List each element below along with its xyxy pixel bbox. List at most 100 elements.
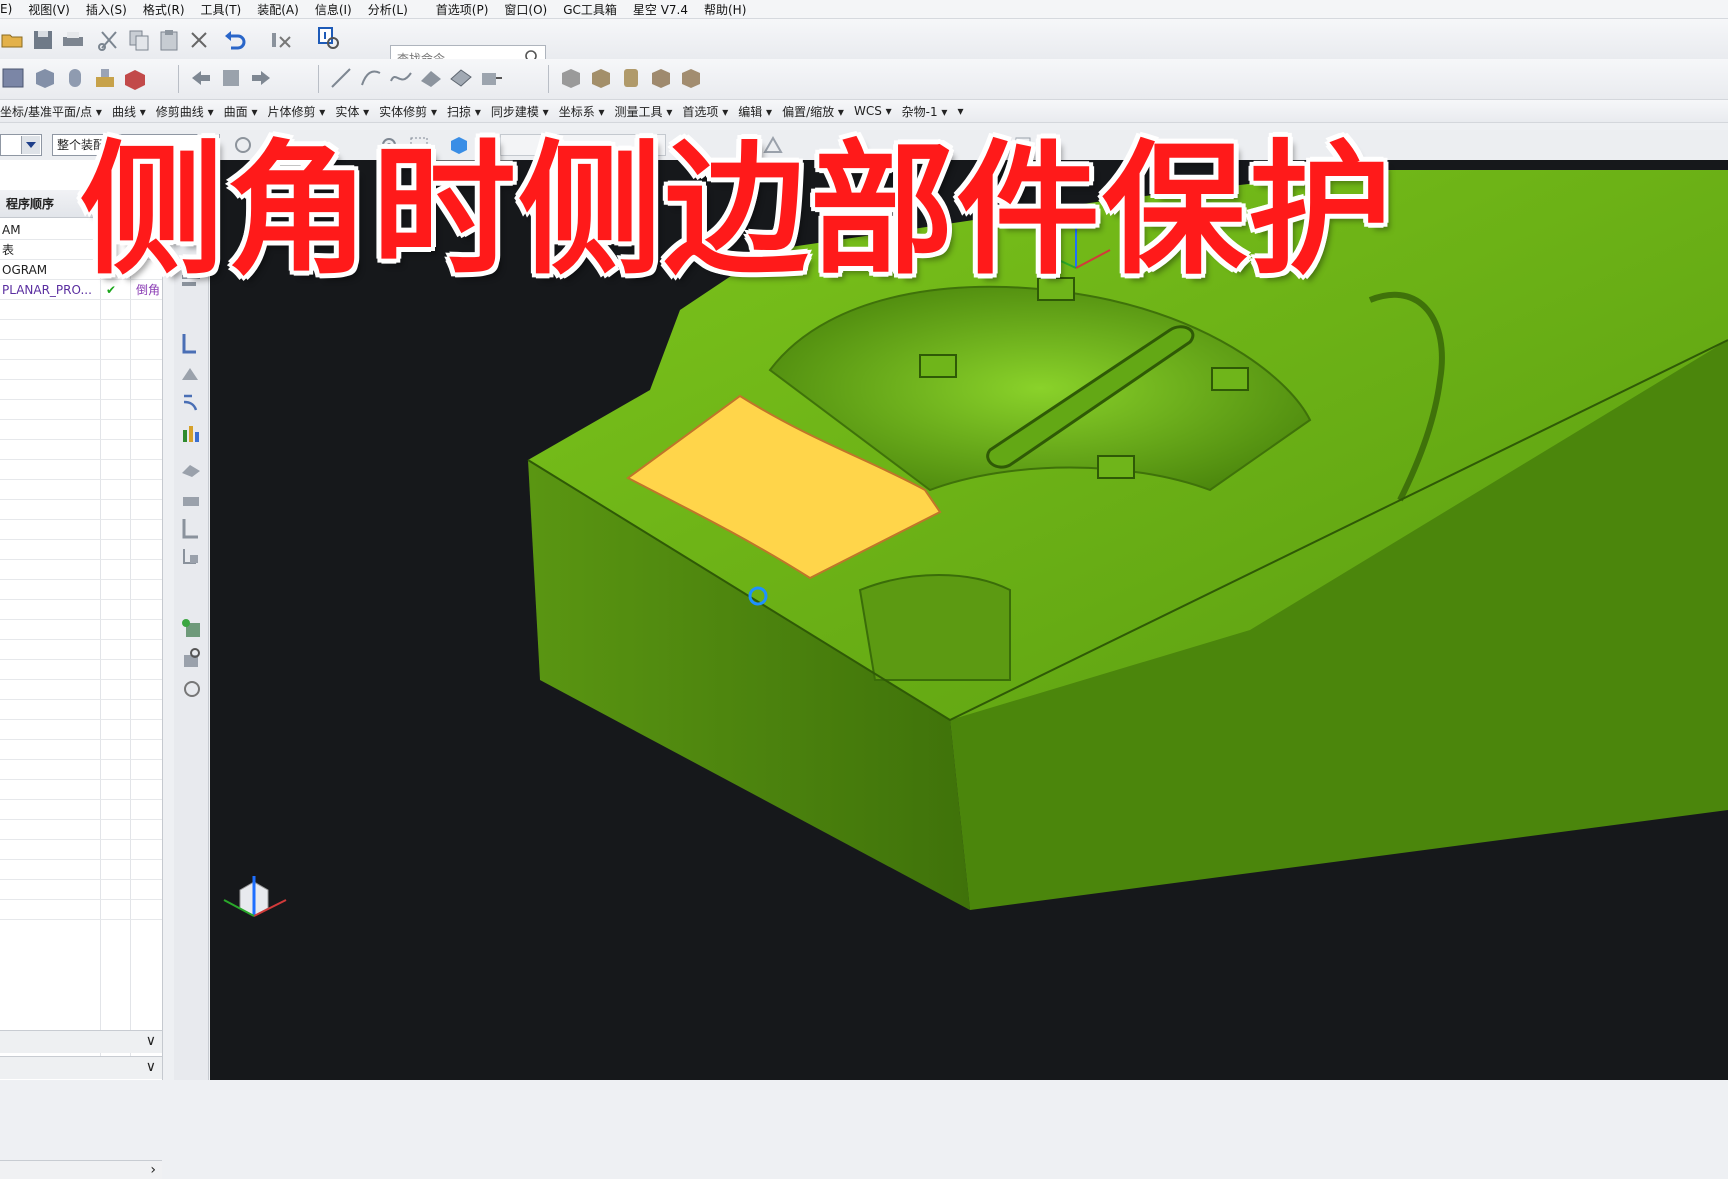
menu-preferences[interactable]: 首选项(P) [436, 1, 489, 18]
row-name: PLANAR_PRO... [2, 283, 92, 297]
ribbon-solid-trim[interactable]: 实体修剪 ▾ [379, 103, 437, 120]
toolbar-separator [548, 65, 549, 93]
cylinder-shade-icon[interactable] [618, 65, 644, 91]
paste-icon[interactable] [156, 27, 182, 53]
standard-toolbar [0, 19, 1728, 71]
geometry-view-icon[interactable] [178, 360, 204, 386]
ribbon-curve[interactable]: 曲线 ▾ [112, 103, 146, 120]
undo-icon[interactable] [222, 27, 248, 53]
ribbon-more[interactable]: ▾ [957, 104, 963, 118]
table-row [0, 400, 162, 420]
ribbon-sync-modeling[interactable]: 同步建模 ▾ [491, 103, 549, 120]
table-row [0, 640, 162, 660]
command-finder-icon[interactable] [316, 25, 342, 51]
cube-shade-icon[interactable] [648, 65, 674, 91]
menu-help[interactable]: 帮助(H) [704, 1, 746, 18]
arc-icon[interactable] [358, 65, 384, 91]
chevron-down-icon[interactable]: ∨ [146, 1033, 156, 1049]
verify-toolpath-icon[interactable] [178, 455, 204, 481]
table-row [0, 520, 162, 540]
cube-edge-icon[interactable] [678, 65, 704, 91]
block-icon[interactable] [0, 65, 26, 91]
cut-icon[interactable] [96, 27, 122, 53]
ribbon-offset-scale[interactable]: 偏置/缩放 ▾ [782, 103, 844, 120]
copy-icon[interactable] [126, 27, 152, 53]
ribbon-menu-bar: 坐标/基准平面/点 ▾ 曲线 ▾ 修剪曲线 ▾ 曲面 ▾ 片体修剪 ▾ 实体 ▾… [0, 100, 1728, 123]
open-icon[interactable] [0, 27, 26, 53]
ribbon-measure[interactable]: 测量工具 ▾ [615, 103, 673, 120]
row-name: AM [2, 223, 21, 237]
table-row [0, 620, 162, 640]
mesh-surface-icon[interactable] [448, 65, 474, 91]
menu-info[interactable]: 信息(I) [315, 1, 352, 18]
ribbon-edit[interactable]: 编辑 ▾ [738, 103, 772, 120]
chevron-down-icon[interactable]: ∨ [146, 1059, 156, 1075]
operation-navigator: 程序顺序 AM 表 OGRAM PLANAR_PRO... ✔ 倒角 › ∨ ∨ [0, 160, 163, 1179]
menu-window[interactable]: 窗口(O) [504, 1, 547, 18]
create-tool-icon[interactable] [178, 645, 204, 671]
create-program-icon[interactable] [178, 615, 204, 641]
surface-icon[interactable] [418, 65, 444, 91]
ribbon-datum[interactable]: 坐标/基准平面/点 ▾ [0, 103, 102, 120]
save-icon[interactable] [30, 27, 56, 53]
shop-doc-icon[interactable] [178, 515, 204, 541]
toolbar-separator [178, 65, 179, 93]
thicken-icon[interactable] [478, 65, 504, 91]
menu-view[interactable]: 视图(V) [28, 1, 70, 18]
generate-toolpath-icon[interactable] [178, 420, 204, 446]
boolean-icon[interactable] [122, 65, 148, 91]
dependencies-panel-header[interactable]: ∨ [0, 1056, 162, 1079]
line-icon[interactable] [328, 65, 354, 91]
spline-icon[interactable] [388, 65, 414, 91]
part-model[interactable] [210, 160, 1728, 1080]
create-geometry-icon[interactable] [178, 675, 204, 701]
repeat-command-icon[interactable] [268, 27, 294, 53]
cube-icon[interactable] [32, 65, 58, 91]
cylinder-icon[interactable] [62, 65, 88, 91]
toolbar-separator [318, 65, 319, 93]
ribbon-surface[interactable]: 曲面 ▾ [224, 103, 258, 120]
chevron-down-icon[interactable] [21, 136, 40, 154]
menu-insert[interactable]: 插入(S) [86, 1, 127, 18]
menu-analysis[interactable]: 分析(L) [368, 1, 408, 18]
ribbon-preferences[interactable]: 首选项 ▾ [682, 103, 728, 120]
graphics-window[interactable] [210, 160, 1728, 1080]
ribbon-sheet-trim[interactable]: 片体修剪 ▾ [267, 103, 325, 120]
ribbon-wcs[interactable]: WCS ▾ [854, 104, 892, 118]
menu-gc-toolbox[interactable]: GC工具箱 [563, 1, 617, 18]
scroll-right-icon[interactable]: › [150, 1161, 156, 1179]
menu-tools[interactable]: 工具(T) [201, 1, 242, 18]
face-shade-icon[interactable] [588, 65, 614, 91]
solid-shade-icon[interactable] [558, 65, 584, 91]
arrow-left-icon[interactable] [188, 65, 214, 91]
horizontal-scrollbar[interactable]: › [0, 1160, 162, 1179]
print-icon[interactable] [60, 27, 86, 53]
method-view-icon[interactable] [178, 390, 204, 416]
machine-tool-view-icon[interactable] [178, 330, 204, 356]
table-row [0, 880, 162, 900]
ribbon-csys[interactable]: 坐标系 ▾ [559, 103, 605, 120]
ribbon-sweep[interactable]: 扫掠 ▾ [447, 103, 481, 120]
ribbon-solid[interactable]: 实体 ▾ [335, 103, 369, 120]
part-boss [1211, 367, 1249, 391]
simulate-icon[interactable] [178, 545, 204, 571]
table-row [0, 580, 162, 600]
table-row [0, 300, 162, 320]
ribbon-trim-curve[interactable]: 修剪曲线 ▾ [156, 103, 214, 120]
table-row [0, 380, 162, 400]
ribbon-misc[interactable]: 杂物-1 ▾ [902, 103, 948, 120]
pattern-icon[interactable] [218, 65, 244, 91]
menu-edit[interactable]: E) [0, 2, 12, 16]
delete-icon[interactable] [186, 27, 212, 53]
table-row [0, 760, 162, 780]
table-row [0, 860, 162, 880]
menu-xingkong[interactable]: 星空 V7.4 [633, 1, 688, 18]
arrow-right-icon[interactable] [248, 65, 274, 91]
extrude-icon[interactable] [92, 65, 118, 91]
menu-format[interactable]: 格式(R) [143, 1, 185, 18]
table-row [0, 680, 162, 700]
post-process-icon[interactable] [178, 485, 204, 511]
menu-assembly[interactable]: 装配(A) [257, 1, 299, 18]
type-filter-dropdown[interactable] [0, 134, 42, 156]
details-panel-header[interactable]: ∨ [0, 1030, 162, 1053]
